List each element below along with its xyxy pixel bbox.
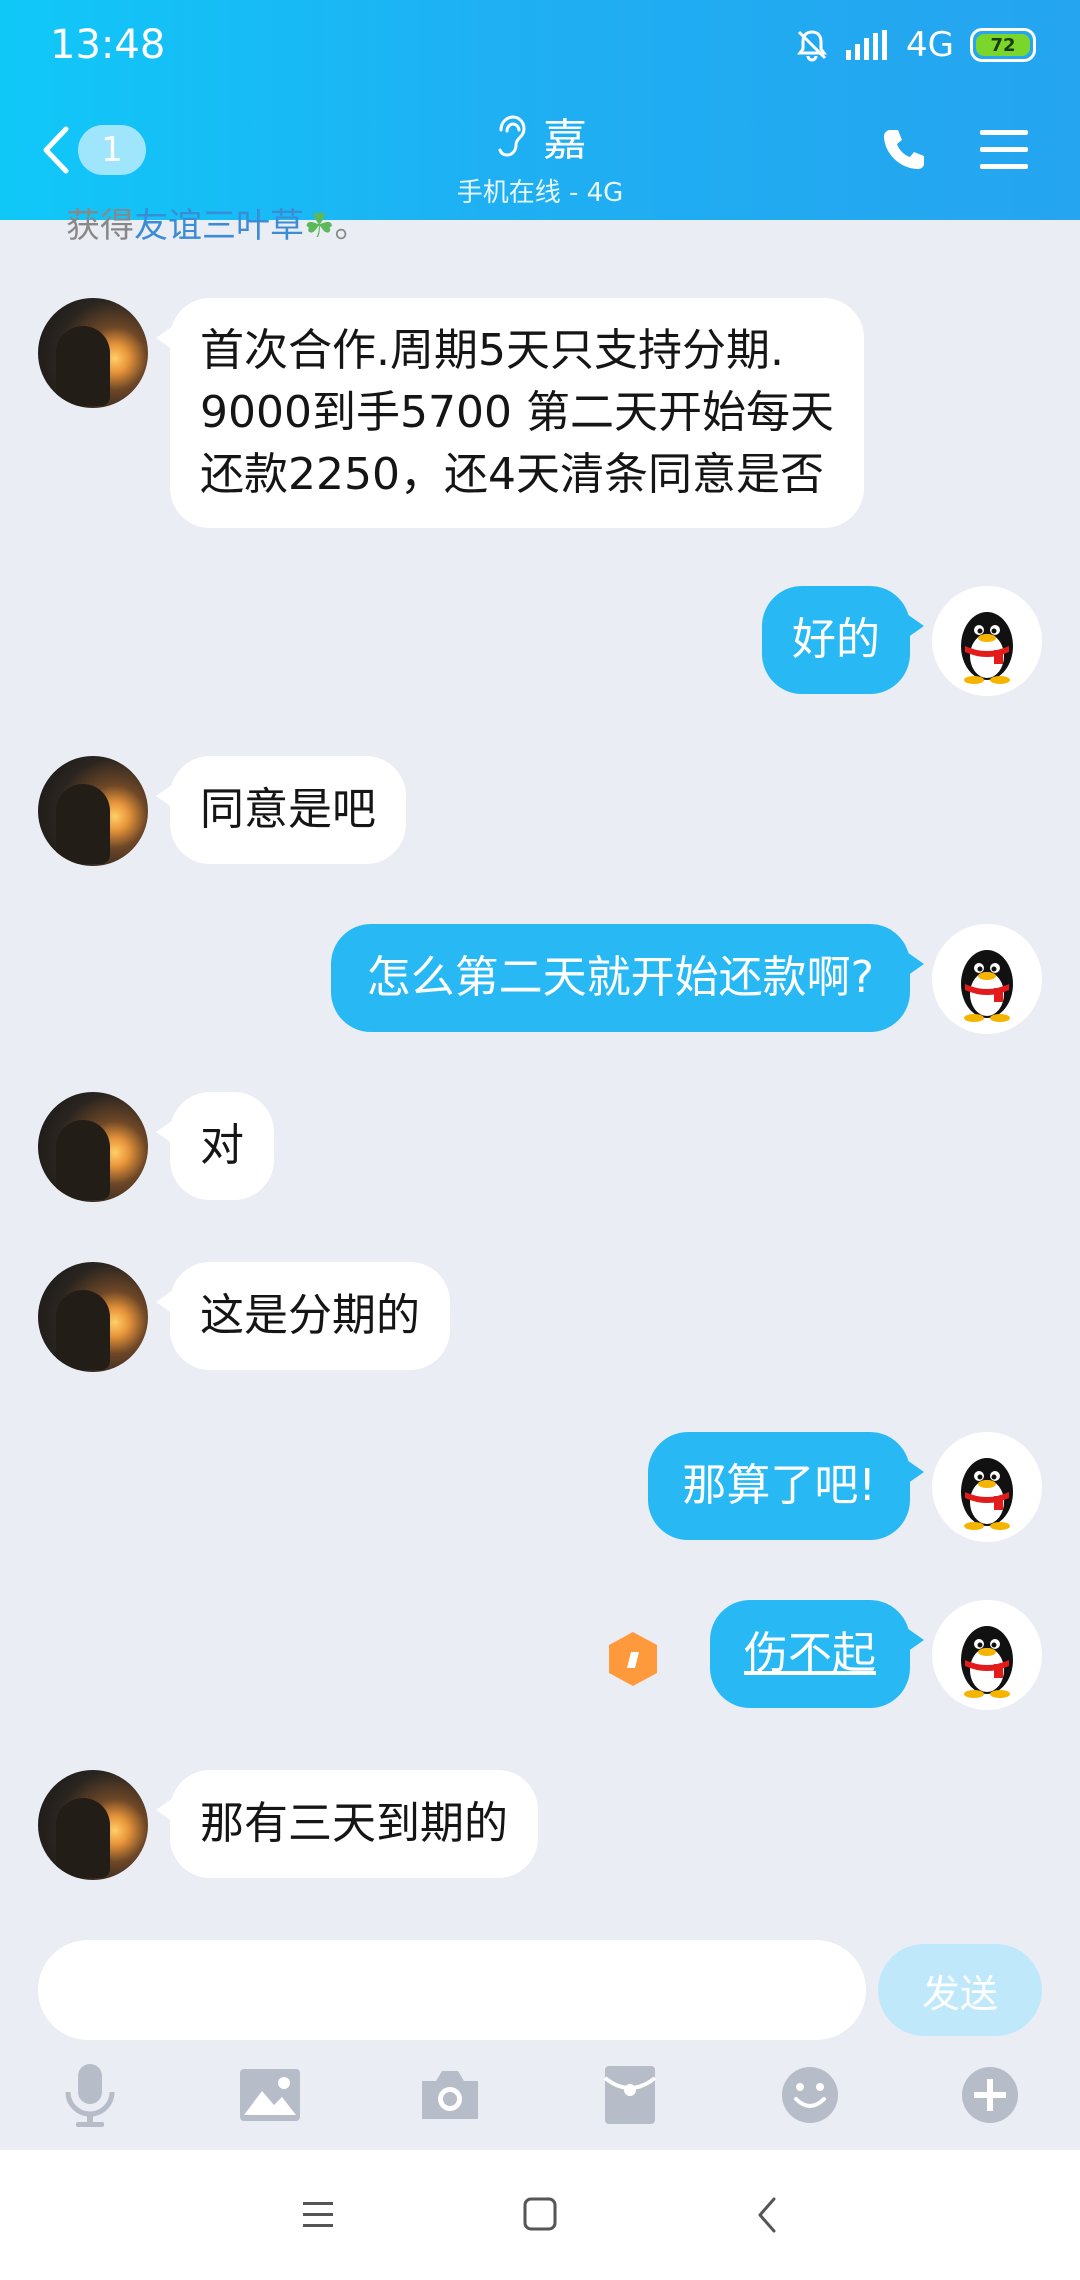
contact-avatar[interactable] [38,756,148,866]
emoji-icon [782,2067,838,2123]
clover-link[interactable]: 友谊三叶草 [134,206,304,246]
qq-penguin-icon [961,1626,1013,1698]
message-bubble[interactable]: 同意是吧 [156,756,406,864]
plus-icon [962,2067,1018,2123]
message-bubble[interactable]: 首次合作.周期5天只支持分期. 9000到手5700 第二天开始每天 还款225… [156,298,864,528]
menu-icon[interactable] [978,126,1030,174]
voice-button[interactable] [55,2060,125,2130]
message-row-incoming: 对 [38,1092,274,1202]
input-toolbar [0,2060,1080,2140]
message-bubble[interactable]: 那算了吧! [648,1432,924,1540]
my-avatar[interactable] [932,586,1042,696]
qq-penguin-icon [961,612,1013,684]
chat-header: 13:48 4G 72 1 嘉 手机在线 - 4G [0,0,1080,220]
red-packet-icon [603,2066,657,2124]
battery-icon: 72 [970,28,1036,62]
message-bubble[interactable]: 伤不起 [710,1600,924,1708]
message-row-outgoing: 好的 [762,586,1042,696]
contact-avatar[interactable] [38,1262,148,1372]
qq-penguin-icon [961,1458,1013,1530]
home-icon[interactable] [510,2190,570,2240]
my-avatar[interactable] [932,1432,1042,1542]
phone-icon[interactable] [880,126,930,176]
camera-icon [422,2071,478,2119]
contact-avatar[interactable] [38,1770,148,1880]
network-type: 4G [906,25,954,65]
contact-name: 嘉 [543,115,587,166]
message-input[interactable] [38,1940,866,2040]
message-row-outgoing: 伤不起 [710,1600,1042,1710]
message-row-outgoing: 那算了吧! [648,1432,1042,1542]
contact-avatar[interactable] [38,1092,148,1202]
clover-icon: ☘ [304,206,335,246]
message-bubble[interactable]: 这是分期的 [156,1262,450,1370]
battery-level: 72 [990,34,1016,56]
signal-icon [846,30,888,60]
send-button[interactable]: 发送 [878,1944,1042,2036]
qq-penguin-icon [961,950,1013,1022]
image-icon [240,2069,300,2121]
mute-icon [797,30,828,62]
message-bubble[interactable]: 怎么第二天就开始还款啊? [330,924,925,1032]
partial-system-message: 获得友谊三叶草☘。 [66,206,369,246]
system-nav-bar [0,2150,1080,2280]
message-row-incoming: 这是分期的 [38,1262,450,1372]
status-time: 13:48 [50,22,166,68]
camera-button[interactable] [415,2060,485,2130]
ear-icon [498,115,526,157]
emoji-button[interactable] [775,2060,845,2130]
message-row-incoming: 那有三天到期的 [38,1770,538,1880]
microphone-icon [65,2064,115,2127]
more-button[interactable] [955,2060,1025,2130]
message-bubble[interactable]: 那有三天到期的 [156,1770,538,1878]
message-row-outgoing: 怎么第二天就开始还款啊? [330,924,1042,1034]
red-packet-button[interactable] [595,2060,665,2130]
my-avatar[interactable] [932,924,1042,1034]
message-row-incoming: 同意是吧 [38,756,406,866]
my-avatar[interactable] [932,1600,1042,1710]
back-icon[interactable] [738,2190,798,2240]
message-row-incoming: 首次合作.周期5天只支持分期. 9000到手5700 第二天开始每天 还款225… [38,298,864,528]
recent-apps-icon[interactable] [288,2190,348,2240]
message-bubble[interactable]: 对 [156,1092,274,1200]
status-icons: 4G 72 [794,20,1036,70]
contact-avatar[interactable] [38,298,148,408]
hexagon-badge-icon[interactable] [606,1630,660,1688]
image-button[interactable] [235,2060,305,2130]
message-bubble[interactable]: 好的 [762,586,924,694]
